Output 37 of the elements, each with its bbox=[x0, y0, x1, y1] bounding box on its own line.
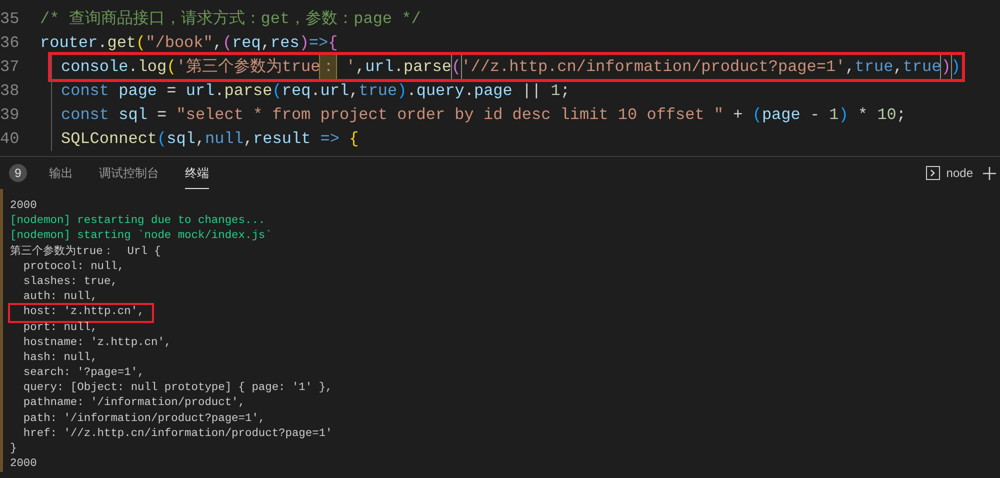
terminal-line: protocol: null, bbox=[22, 260, 124, 275]
line-number: 38 bbox=[0, 81, 20, 102]
code-line: /* 查询商品接口，请求方式：get，参数：page */ bbox=[40, 8, 422, 30]
terminal-line: hostname: 'z.http.cn', bbox=[22, 336, 172, 351]
terminal-line: query: [Object: null prototype] { page: '1' }, bbox=[22, 381, 332, 396]
panel-tab[interactable]: 调试控制台 bbox=[99, 157, 159, 189]
panel-tab[interactable]: 输出 bbox=[49, 157, 73, 189]
terminal-line: 第三个参数为true： Url { bbox=[10, 244, 161, 260]
terminal-name[interactable]: node bbox=[946, 164, 973, 182]
terminal-line: } bbox=[10, 442, 17, 457]
line-number: 36 bbox=[0, 33, 20, 54]
terminal-line: 2000 bbox=[10, 199, 37, 214]
terminal-line: search: '?page=1', bbox=[22, 366, 144, 382]
terminal-line: port: null, bbox=[22, 320, 98, 336]
terminal-line: host: 'z.http.cn', bbox=[10, 305, 152, 321]
terminal-line: href: '//z.http.cn/information/product?page=1' bbox=[22, 426, 332, 442]
terminal-line: pathname: '/information/product', bbox=[22, 396, 245, 412]
line-number: 40 bbox=[0, 129, 20, 150]
code-line: const sql = "select * from project order by id desc limit 10 offset " + (page - 1) * 10; bbox=[51, 103, 908, 127]
code-line: console.log('第三个参数为true： ',url.parse('//z.http.cn/information/product?page=1',true,true)) bbox=[51, 55, 962, 79]
panel-tab[interactable]: 终端 bbox=[185, 157, 209, 189]
terminal-icon[interactable] bbox=[926, 166, 940, 180]
terminal-line: [nodemon] starting `node mock/index.js` bbox=[10, 229, 272, 244]
line-number: 35 bbox=[0, 9, 20, 30]
terminal-line: [nodemon] restarting due to changes... bbox=[10, 214, 266, 230]
terminal-line: auth: null, bbox=[22, 290, 98, 306]
code-line: SQLConnect(sql,null,result => { bbox=[51, 127, 361, 151]
add-icon[interactable] bbox=[983, 166, 996, 180]
terminal-line: hash: null, bbox=[22, 350, 98, 366]
line-number: 37 bbox=[0, 57, 20, 78]
count-badge: 9 bbox=[9, 164, 27, 182]
terminal-line: 2000 bbox=[10, 457, 37, 472]
terminal-line: slashes: true, bbox=[22, 274, 118, 290]
terminal-line: path: '/information/product?page=1', bbox=[22, 412, 266, 427]
line-number: 39 bbox=[0, 105, 20, 126]
code-line: const page = url.parse(req.url,true).query.page || 1; bbox=[51, 79, 572, 103]
code-line: router.get("/book",(req,res)=>{ bbox=[40, 33, 339, 54]
